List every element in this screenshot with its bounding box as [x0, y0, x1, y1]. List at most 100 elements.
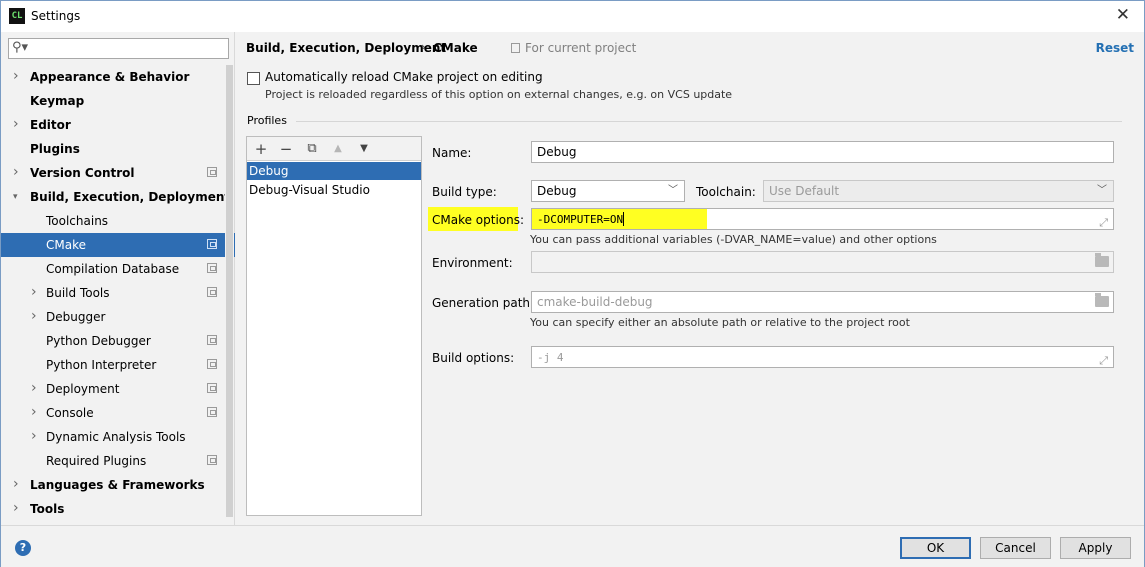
help-icon[interactable]: ? — [15, 540, 31, 556]
profile-item-debug[interactable]: Debug — [247, 162, 421, 180]
sidebar-item-label: Version Control — [30, 166, 135, 180]
cmake-settings-panel: Build, Execution, Deployment › CMake For… — [236, 32, 1144, 525]
auto-reload-hint: Project is reloaded regardless of this o… — [265, 88, 733, 101]
folder-icon[interactable] — [1095, 293, 1109, 307]
sidebar-item-build-tools[interactable]: › Build Tools — [1, 281, 235, 305]
apply-button[interactable]: Apply — [1060, 537, 1131, 559]
cancel-button[interactable]: Cancel — [980, 537, 1051, 559]
project-scope-icon — [207, 239, 217, 249]
clion-app-icon: CL — [9, 8, 25, 24]
sidebar-item-label: Python Interpreter — [46, 358, 157, 372]
project-scope-icon — [207, 263, 217, 273]
settings-sidebar: ⚲▾ › Appearance & Behavior Keymap › Editor Pl… — [1, 32, 235, 525]
sidebar-item-label: Python Debugger — [46, 334, 151, 348]
chevron-right-icon[interactable]: › — [31, 400, 37, 424]
sidebar-item-cmake[interactable]: CMake — [1, 233, 235, 257]
toolchain-select[interactable]: Use Default ﹀ — [763, 180, 1114, 202]
sidebar-item-version-control[interactable]: › Version Control — [1, 161, 235, 185]
chevron-right-icon[interactable]: › — [31, 376, 37, 400]
chevron-right-icon[interactable]: › — [13, 112, 19, 136]
expand-icon[interactable]: ⤢ — [1099, 351, 1108, 367]
expand-icon[interactable]: ⤢ — [1099, 213, 1108, 229]
settings-window: CL Settings ✕ ⚲▾ › Appearance & Behavior K… — [0, 0, 1145, 567]
ok-button[interactable]: OK — [900, 537, 971, 559]
chevron-down-icon: ﹀ — [668, 185, 678, 196]
add-profile-icon[interactable]: + — [251, 139, 271, 159]
sidebar-item-appearance-behavior[interactable]: › Appearance & Behavior — [1, 65, 235, 89]
name-label: Name: — [432, 146, 472, 160]
build-options-input[interactable]: -j 4 ⤢ — [531, 346, 1114, 368]
generation-path-hint: You can specify either an absolute path … — [530, 316, 910, 329]
sidebar-item-keymap[interactable]: Keymap — [1, 89, 235, 113]
text-caret — [623, 212, 625, 226]
for-current-project-label: For current project — [525, 41, 637, 55]
sidebar-item-required-plugins[interactable]: Required Plugins — [1, 449, 235, 473]
search-input[interactable]: ⚲▾ — [8, 38, 229, 59]
sidebar-item-toolchains[interactable]: Toolchains — [1, 209, 235, 233]
sidebar-item-plugins[interactable]: Plugins — [1, 137, 235, 161]
copy-profile-icon[interactable]: ⧉ — [302, 139, 322, 159]
sidebar-item-label: Build, Execution, Deployment — [30, 190, 231, 204]
build-type-select[interactable]: Debug ﹀ — [531, 180, 685, 202]
sidebar-item-languages-frameworks[interactable]: › Languages & Frameworks — [1, 473, 235, 497]
remove-profile-icon[interactable]: − — [276, 139, 296, 159]
dialog-footer: ? OK Cancel Apply — [1, 525, 1144, 567]
sidebar-item-label: Required Plugins — [46, 454, 147, 468]
sidebar-item-editor[interactable]: › Editor — [1, 113, 235, 137]
chevron-right-icon[interactable]: › — [13, 64, 19, 88]
chevron-down-icon: ﹀ — [1097, 185, 1107, 196]
close-icon[interactable]: ✕ — [1116, 5, 1130, 25]
auto-reload-checkbox[interactable] — [247, 72, 260, 85]
name-input[interactable]: Debug — [531, 141, 1114, 163]
sidebar-item-label: Console — [46, 406, 94, 420]
environment-label: Environment: — [432, 256, 513, 270]
cmake-options-input[interactable]: -DCOMPUTER=ON ⤢ — [531, 208, 1114, 230]
build-type-value: Debug — [537, 184, 577, 198]
chevron-right-icon[interactable]: › — [31, 424, 37, 448]
breadcrumb-separator: › — [421, 40, 426, 54]
for-current-project-note: For current project — [511, 41, 636, 55]
project-scope-icon — [207, 167, 217, 177]
sidebar-item-label: Dynamic Analysis Tools — [46, 430, 186, 444]
environment-input[interactable] — [531, 251, 1114, 273]
sidebar-item-compilation-database[interactable]: Compilation Database — [1, 257, 235, 281]
cmake-options-hint: You can pass additional variables (-DVAR… — [530, 233, 937, 246]
profiles-list-panel: + − ⧉ ▲ ▼ Debug Debug-Visual Studio — [246, 136, 422, 516]
sidebar-item-python-interpreter[interactable]: Python Interpreter — [1, 353, 235, 377]
profile-item-debug-visual-studio[interactable]: Debug-Visual Studio — [247, 181, 421, 199]
search-icon: ⚲▾ — [12, 40, 29, 55]
sidebar-item-tools[interactable]: › Tools — [1, 497, 235, 521]
build-type-label: Build type: — [432, 185, 497, 199]
sidebar-item-build-execution-deployment[interactable]: ▾ Build, Execution, Deployment — [1, 185, 235, 209]
chevron-right-icon[interactable]: › — [13, 160, 19, 184]
sidebar-item-label: Debugger — [46, 310, 106, 324]
chevron-right-icon[interactable]: › — [31, 280, 37, 304]
generation-path-input[interactable]: cmake-build-debug — [531, 291, 1114, 313]
chevron-right-icon[interactable]: › — [13, 496, 19, 520]
sidebar-item-dynamic-analysis-tools[interactable]: › Dynamic Analysis Tools — [1, 425, 235, 449]
sidebar-item-label: Keymap — [30, 94, 85, 108]
chevron-down-icon[interactable]: ▾ — [13, 185, 18, 209]
title-bar: CL Settings ✕ — [1, 1, 1144, 32]
sidebar-item-label: Editor — [30, 118, 71, 132]
auto-reload-label[interactable]: Automatically reload CMake project on ed… — [265, 70, 543, 84]
chevron-right-icon[interactable]: › — [13, 472, 19, 496]
folder-icon[interactable] — [1095, 253, 1109, 267]
sidebar-item-label: Build Tools — [46, 286, 110, 300]
chevron-right-icon[interactable]: › — [31, 304, 37, 328]
profiles-toolbar: + − ⧉ ▲ ▼ — [247, 137, 421, 161]
window-title: Settings — [31, 9, 81, 23]
sidebar-item-python-debugger[interactable]: Python Debugger — [1, 329, 235, 353]
move-up-icon[interactable]: ▲ — [328, 139, 348, 159]
project-scope-icon — [207, 407, 217, 417]
sidebar-item-console[interactable]: › Console — [1, 401, 235, 425]
sidebar-scrollbar-thumb[interactable] — [226, 65, 233, 517]
toolchain-value: Use Default — [769, 184, 840, 198]
move-down-icon[interactable]: ▼ — [354, 139, 374, 159]
sidebar-item-deployment[interactable]: › Deployment — [1, 377, 235, 401]
generation-path-placeholder: cmake-build-debug — [537, 295, 653, 309]
sidebar-item-debugger[interactable]: › Debugger — [1, 305, 235, 329]
reset-link[interactable]: Reset — [1096, 41, 1134, 55]
sidebar-item-label: Compilation Database — [46, 262, 180, 276]
sidebar-item-label: Deployment — [46, 382, 120, 396]
